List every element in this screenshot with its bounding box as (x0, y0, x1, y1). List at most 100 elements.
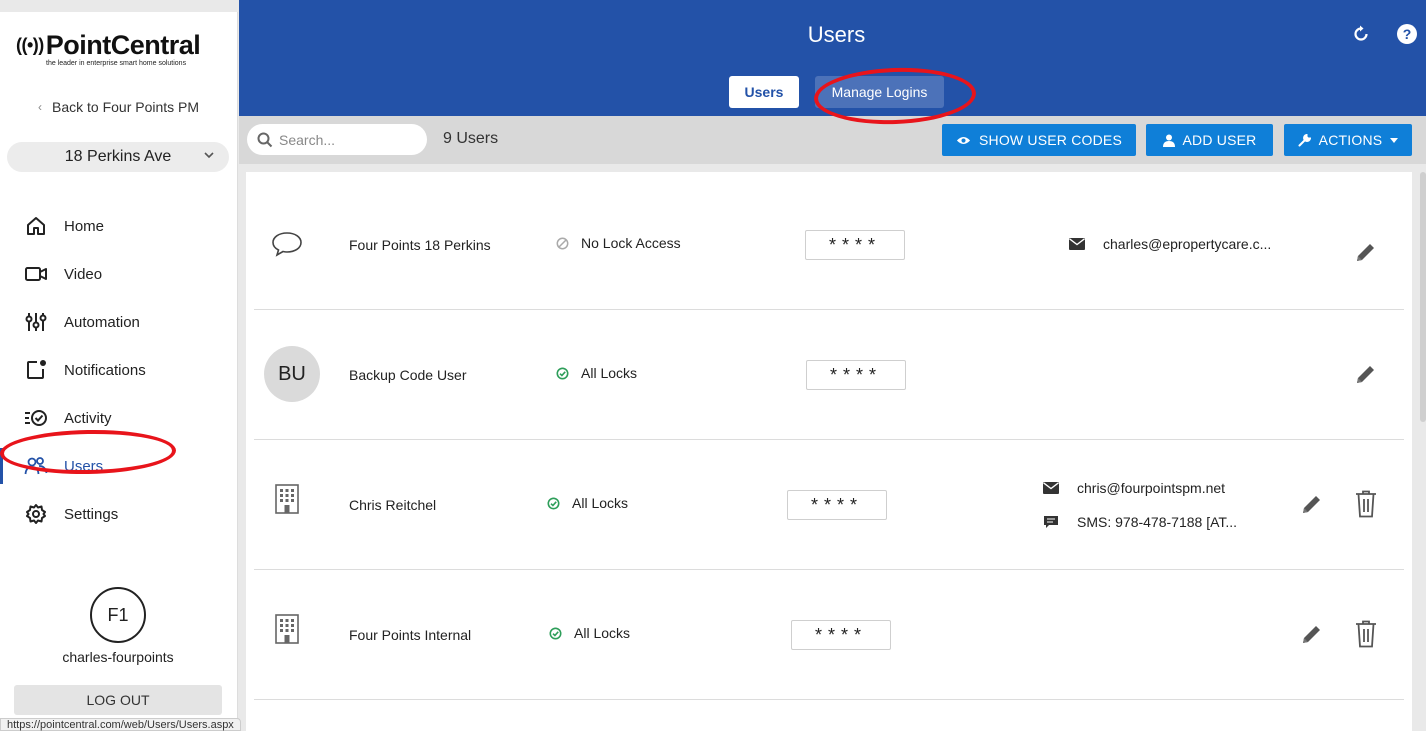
sidebar-item-label: Home (64, 217, 105, 235)
tab-users[interactable]: Users (729, 76, 799, 108)
user-name: Four Points 18 Perkins (349, 237, 491, 253)
wrench-icon (1298, 133, 1311, 146)
caret-down-icon (1390, 137, 1399, 143)
brand-tagline: the leader in enterprise smart home solu… (46, 60, 187, 67)
sidebar-item-label: Users (64, 457, 104, 475)
signal-logo-icon: ((•)) (16, 35, 44, 55)
lock-access-label: All Locks (581, 365, 638, 381)
back-link-label: Back to Four Points PM (52, 99, 200, 115)
user-code-field[interactable]: **** (791, 620, 891, 650)
envelope-icon (1069, 238, 1085, 250)
sliders-icon (24, 310, 48, 334)
search-input[interactable] (279, 131, 419, 148)
trash-icon (1356, 620, 1376, 648)
sidebar-item-notifications[interactable]: Notifications (0, 346, 238, 394)
table-row[interactable]: Four Points 18 Perkins No Lock Access **… (254, 180, 1404, 310)
user-code-field[interactable]: **** (805, 230, 905, 260)
actions-label: ACTIONS (1318, 132, 1383, 148)
eye-icon (956, 136, 971, 144)
sidebar-item-label: Activity (64, 409, 112, 427)
pencil-icon (1303, 626, 1320, 643)
back-link[interactable]: ‹ Back to Four Points PM (38, 99, 199, 115)
edit-user-button[interactable] (1300, 622, 1324, 646)
search-box (247, 124, 427, 155)
envelope-icon (1043, 482, 1059, 494)
user-sms: SMS: 978-478-7188 [AT... (1043, 514, 1237, 530)
check-circle-icon (547, 497, 560, 509)
user-name: Chris Reitchel (349, 497, 437, 513)
delete-user-button[interactable] (1354, 620, 1378, 648)
sidebar-item-automation[interactable]: Automation (0, 298, 238, 346)
sms-bubble-icon (1044, 516, 1058, 528)
trash-icon (1356, 490, 1376, 518)
gear-icon (24, 502, 48, 526)
user-icon (1162, 134, 1175, 147)
lock-access: No Lock Access (556, 235, 681, 251)
pencil-icon (1357, 366, 1374, 383)
page-title: Users (807, 22, 866, 47)
user-name: Four Points Internal (349, 627, 472, 643)
lock-access-label: All Locks (574, 625, 631, 641)
sidebar-item-label: Automation (64, 313, 140, 331)
user-email: chris@fourpointspm.net (1043, 480, 1225, 496)
help-icon[interactable]: ? (1396, 23, 1418, 45)
sidebar-item-home[interactable]: Home (0, 202, 238, 250)
table-row[interactable]: Chris Reitchel All Locks **** chris@four… (254, 440, 1404, 570)
edit-user-button[interactable] (1300, 492, 1324, 516)
notification-icon (24, 358, 48, 382)
table-row[interactable]: BU Backup Code User All Locks **** (254, 310, 1404, 440)
search-icon (257, 132, 273, 147)
add-user-label: ADD USER (1182, 132, 1257, 148)
users-toolbar: 9 Users SHOW USER CODES ADD USER ACTIONS (239, 116, 1426, 164)
lock-access: All Locks (549, 625, 630, 641)
refresh-icon[interactable] (1350, 23, 1372, 45)
check-circle-icon (549, 627, 562, 639)
check-circle-icon (556, 367, 569, 379)
sidebar-item-settings[interactable]: Settings (0, 490, 238, 538)
sidebar-nav: Home Video Automation Notifications Acti… (0, 202, 238, 538)
user-code-field[interactable]: **** (787, 490, 887, 520)
scrollbar[interactable] (1420, 172, 1426, 422)
building-icon (274, 614, 300, 644)
delete-user-button[interactable] (1354, 490, 1378, 518)
edit-user-button[interactable] (1354, 240, 1378, 264)
add-user-button[interactable]: ADD USER (1146, 124, 1273, 156)
activity-icon (24, 406, 48, 430)
table-row[interactable]: Four Points Internal All Locks **** (254, 570, 1404, 700)
show-user-codes-label: SHOW USER CODES (978, 132, 1122, 148)
user-count: 9 Users (443, 130, 499, 147)
avatar[interactable]: F1 (90, 587, 146, 643)
user-list: Four Points 18 Perkins No Lock Access **… (246, 172, 1412, 731)
brand-logo[interactable]: ((•)) PointCentral the leader in enterpr… (16, 30, 226, 67)
property-select[interactable]: 18 Perkins Ave (7, 142, 229, 172)
home-icon (24, 214, 48, 238)
sidebar-item-video[interactable]: Video (0, 250, 238, 298)
sidebar-item-activity[interactable]: Activity (0, 394, 238, 442)
edit-user-button[interactable] (1354, 362, 1378, 386)
brand-name: PointCentral (45, 30, 201, 60)
tab-manage-logins[interactable]: Manage Logins (815, 76, 944, 108)
user-email-label: chris@fourpointspm.net (1077, 480, 1226, 496)
user-email: charles@epropertycare.c... (1069, 236, 1271, 252)
no-access-icon (556, 237, 569, 249)
pencil-icon (1303, 496, 1320, 513)
show-user-codes-button[interactable]: SHOW USER CODES (942, 124, 1136, 156)
user-code-field[interactable]: **** (806, 360, 906, 390)
users-icon (24, 454, 48, 478)
user-initials-avatar: BU (264, 346, 320, 402)
current-username: charles-fourpoints (62, 649, 174, 665)
pencil-icon (1357, 244, 1374, 261)
lock-access: All Locks (556, 365, 637, 381)
actions-dropdown-button[interactable]: ACTIONS (1284, 124, 1412, 156)
lock-access-label: All Locks (572, 495, 629, 511)
lock-access-label: No Lock Access (581, 235, 681, 251)
sidebar-item-label: Video (64, 265, 103, 283)
chat-bubble-icon (270, 230, 304, 258)
chevron-left-icon: ‹ (38, 100, 42, 114)
video-camera-icon (24, 262, 48, 286)
lock-access: All Locks (547, 495, 628, 511)
sidebar-item-users[interactable]: Users (0, 442, 238, 490)
svg-text:?: ? (1403, 26, 1412, 42)
building-icon (274, 484, 300, 514)
logout-button[interactable]: LOG OUT (14, 685, 222, 715)
